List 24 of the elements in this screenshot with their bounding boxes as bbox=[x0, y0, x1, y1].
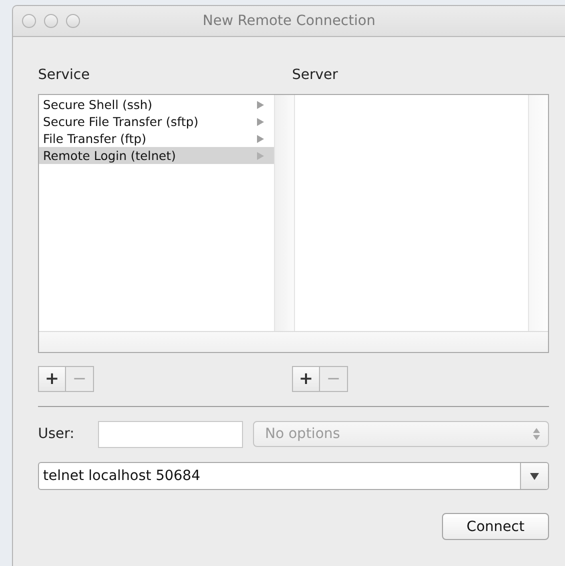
scrollbar-track[interactable] bbox=[39, 331, 548, 352]
dropdown-button[interactable] bbox=[520, 463, 548, 489]
column-heading: Server bbox=[292, 67, 338, 85]
stepper-arrows-icon bbox=[533, 428, 540, 440]
service-item[interactable]: Secure File Transfer (sftp) bbox=[39, 113, 274, 130]
service-item[interactable]: Remote Login (telnet) bbox=[39, 147, 274, 164]
user-field[interactable] bbox=[98, 420, 243, 448]
service-item[interactable]: File Transfer (ftp) bbox=[39, 130, 274, 147]
close-button[interactable] bbox=[22, 14, 36, 28]
column-heading: Service bbox=[38, 67, 91, 85]
triangle-icon bbox=[257, 152, 264, 160]
user-label: User: bbox=[38, 426, 76, 442]
triangle-icon bbox=[257, 100, 264, 108]
minimize-button[interactable] bbox=[44, 14, 58, 28]
triangle-icon bbox=[257, 118, 264, 126]
zoom-button[interactable] bbox=[66, 14, 80, 28]
service-item[interactable]: Secure Shell (ssh) bbox=[39, 96, 274, 113]
connect-button[interactable]: Connect bbox=[442, 513, 549, 540]
triangle-icon bbox=[257, 134, 264, 142]
scrollbar-track[interactable] bbox=[274, 95, 295, 331]
add-button[interactable]: + bbox=[38, 366, 66, 392]
add-button[interactable]: + bbox=[292, 366, 320, 392]
window-title: New Remote Connection bbox=[202, 13, 376, 29]
caret-icon bbox=[530, 472, 539, 480]
